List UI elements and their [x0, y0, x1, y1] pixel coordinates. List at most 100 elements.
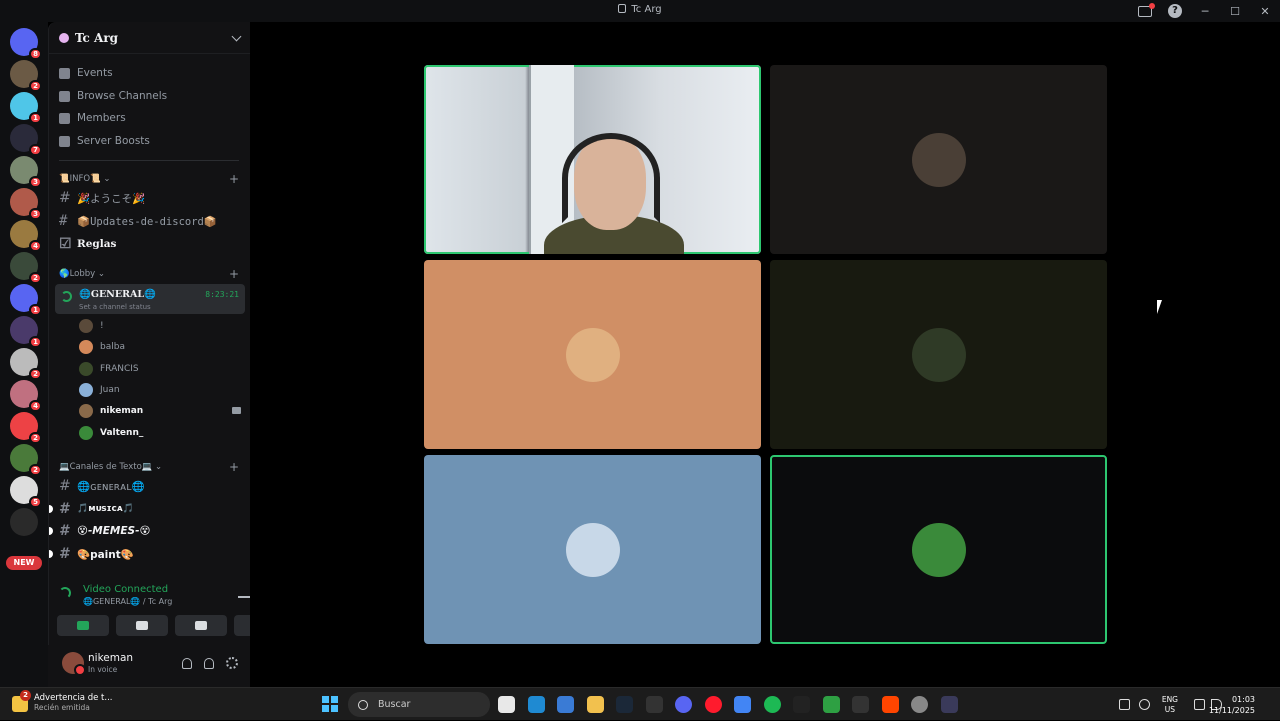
taskbar-app-icon[interactable]	[616, 696, 633, 713]
mention-badge: 2	[29, 432, 42, 444]
taskbar-app-icon[interactable]	[940, 696, 958, 713]
category-info[interactable]: 📜INFO📜 ⌄ +	[59, 172, 239, 186]
username[interactable]: nikeman	[88, 652, 133, 664]
voice-user[interactable]: Valtenn_	[79, 423, 245, 443]
mention-badge: 4	[29, 400, 42, 412]
server-icon[interactable]: 3	[10, 156, 42, 188]
maximize-button[interactable]: ☐	[1220, 0, 1250, 22]
help-button[interactable]: ?	[1160, 0, 1190, 22]
menu-server-boosts[interactable]: Server Boosts	[59, 131, 150, 151]
camera-button[interactable]	[57, 615, 109, 636]
taskbar-app-icon[interactable]	[675, 696, 692, 713]
server-icon[interactable]: 4	[10, 220, 42, 252]
search-box[interactable]: Buscar	[348, 692, 490, 717]
headphones	[562, 133, 660, 223]
add-channel-icon[interactable]: +	[229, 460, 239, 474]
taskbar-app-icon[interactable]	[704, 696, 722, 713]
taskbar-app-icon[interactable]	[557, 696, 574, 713]
taskbar-app-icon[interactable]	[881, 696, 899, 713]
close-button[interactable]: ✕	[1250, 0, 1280, 22]
taskbar-app-icon[interactable]	[763, 696, 781, 713]
language-indicator[interactable]: ENG US	[1162, 695, 1178, 715]
voice-user[interactable]: !	[79, 316, 245, 336]
microphone-tray-icon[interactable]	[1139, 699, 1150, 710]
activities-button[interactable]	[175, 615, 227, 636]
avatar	[79, 382, 93, 397]
taskbar-app-icon[interactable]	[793, 696, 810, 713]
voice-user[interactable]: nikeman	[79, 401, 245, 421]
channel-memes[interactable]: # 😵-𝙈𝙀𝙈𝙀𝙎-😵	[49, 521, 245, 541]
microphone-icon[interactable]	[182, 657, 192, 669]
taskbar-app-icon[interactable]	[586, 696, 604, 713]
noise-suppression-icon[interactable]	[238, 588, 250, 598]
category-text[interactable]: 💻Canales de Texto💻 ⌄ +	[59, 460, 239, 474]
signal-icon[interactable]	[59, 587, 71, 599]
voice-user[interactable]: balba	[79, 337, 245, 357]
minimize-button[interactable]: ─	[1190, 0, 1220, 22]
server-icon[interactable]: 1	[10, 284, 42, 316]
taskbar-app-icon[interactable]	[645, 696, 663, 713]
taskbar-app-icon[interactable]	[852, 696, 869, 713]
taskbar-app-icon[interactable]	[527, 696, 545, 713]
server-icon[interactable]: 7	[10, 124, 42, 156]
video-tile[interactable]	[424, 65, 761, 254]
notification-title: Advertencia de t...	[34, 693, 113, 703]
server-icon[interactable]: 8	[10, 28, 42, 60]
mention-badge: 7	[29, 144, 42, 156]
server-icon[interactable]: 5	[10, 476, 42, 508]
headphones-icon[interactable]	[204, 657, 214, 669]
speaker-icon	[61, 291, 72, 302]
server-icon[interactable]: 2	[10, 252, 42, 284]
voice-user[interactable]: Juan	[79, 380, 245, 400]
display-icon[interactable]	[1194, 699, 1205, 710]
menu-members[interactable]: Members	[59, 108, 126, 128]
gear-icon[interactable]	[226, 657, 238, 669]
channel-updates[interactable]: # 📦Updates-de-discord📦	[59, 211, 245, 231]
screen-share-icon	[136, 621, 148, 630]
connection-location[interactable]: 🌐GENERAL🌐 / Tc Arg	[83, 597, 172, 606]
video-tile[interactable]	[424, 260, 761, 449]
network-icon[interactable]	[1119, 699, 1130, 710]
server-icon[interactable]: 2	[10, 412, 42, 444]
channel-paint[interactable]: # 🎨paint🎨	[49, 544, 245, 564]
boost-icon	[59, 135, 70, 147]
video-tile[interactable]	[424, 455, 761, 644]
server-icon[interactable]: 1	[10, 316, 42, 348]
start-button[interactable]	[322, 696, 338, 712]
category-lobby[interactable]: 🌎Lobby ⌄ +	[59, 267, 239, 281]
server-icon[interactable]: 1	[10, 92, 42, 124]
voice-channel-general[interactable]: 🌐GENERAL🌐 Set a channel status 8:23:21	[55, 284, 245, 314]
server-icon[interactable]: 4	[10, 380, 42, 412]
channel-rules[interactable]: ☑ Reglas	[59, 234, 245, 254]
taskbar-app-icon[interactable]	[822, 696, 840, 713]
inbox-button[interactable]	[1130, 0, 1160, 22]
video-tile[interactable]	[770, 65, 1107, 254]
server-icon[interactable]: 3	[10, 188, 42, 220]
server-icon[interactable]: 2	[10, 348, 42, 380]
hash-icon: #	[59, 213, 68, 229]
voice-user-name: !	[100, 321, 104, 331]
add-channel-icon[interactable]: +	[229, 172, 239, 186]
channel-general-text[interactable]: # 🌐ɢᴇɴᴇʀᴀʟ🌐	[59, 476, 245, 496]
notification[interactable]: 2 Advertencia de t... Recién emitida	[12, 690, 113, 712]
server-icon[interactable]: 2	[10, 60, 42, 92]
channel-welcome[interactable]: # 🎉ようこそ🎉	[59, 188, 245, 208]
menu-events[interactable]: Events	[59, 63, 113, 83]
taskbar-app-icon[interactable]	[498, 696, 515, 713]
server-icon[interactable]: 2	[10, 444, 42, 476]
menu-browse-channels[interactable]: Browse Channels	[59, 86, 167, 106]
avatar[interactable]	[62, 652, 86, 676]
video-tile[interactable]	[770, 455, 1107, 644]
channel-musica[interactable]: # 🎵ᴍᴜsɪᴄᴀ🎵	[49, 499, 245, 519]
screen-share-button[interactable]	[116, 615, 168, 636]
voice-user[interactable]: FRANCIS	[79, 359, 245, 379]
inbox-icon	[1138, 2, 1155, 17]
taskbar-app-icon[interactable]	[911, 696, 928, 713]
clock[interactable]: 01:03 11/11/2025	[1209, 694, 1255, 716]
server-icon[interactable]	[10, 508, 38, 536]
video-tile[interactable]	[770, 260, 1107, 449]
channel-status[interactable]: Set a channel status	[79, 303, 151, 311]
server-header[interactable]: Tc Arg	[49, 22, 250, 54]
taskbar-app-icon[interactable]	[734, 696, 751, 713]
add-channel-icon[interactable]: +	[229, 267, 239, 281]
